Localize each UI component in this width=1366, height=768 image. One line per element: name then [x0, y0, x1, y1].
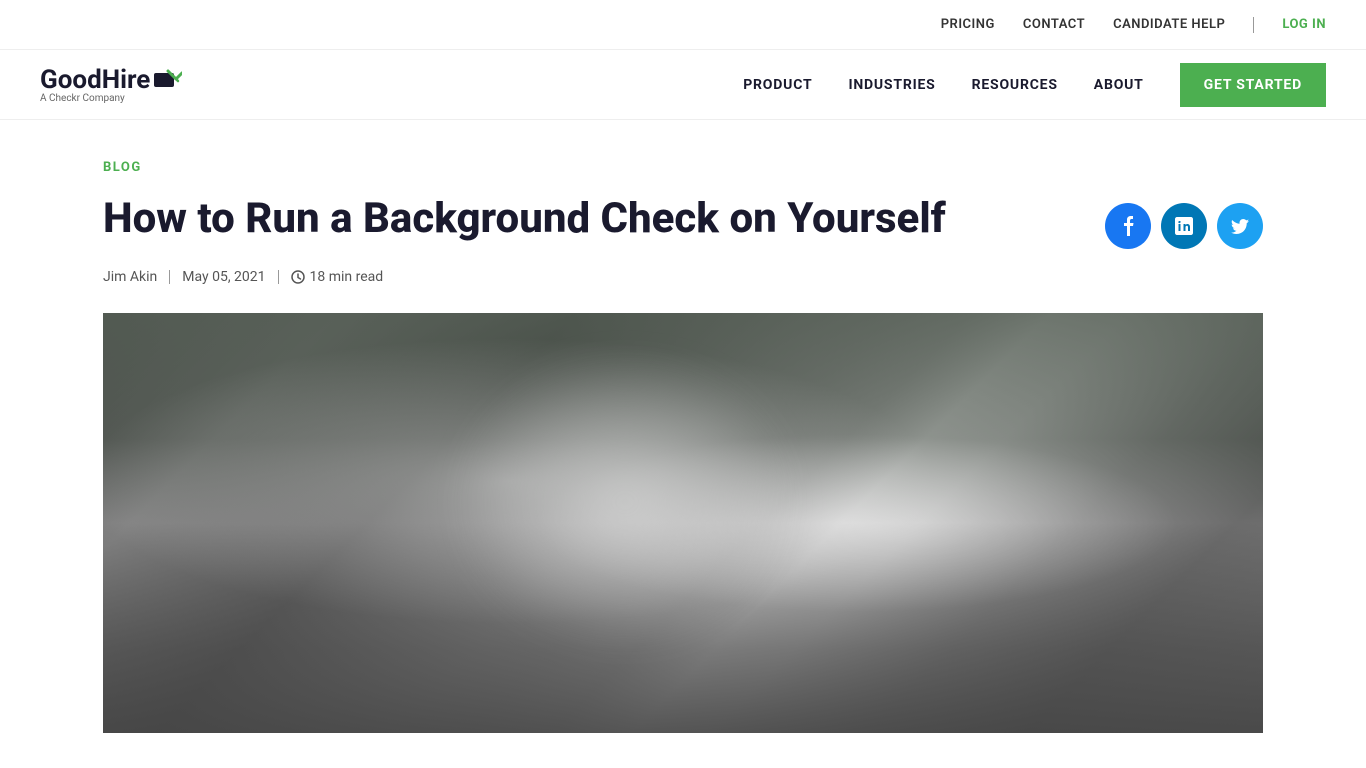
- pricing-link[interactable]: PRICING: [941, 17, 995, 32]
- author: Jim Akin: [103, 269, 157, 285]
- logo-icon: [154, 69, 182, 91]
- nav-product[interactable]: PRODUCT: [743, 77, 812, 93]
- logo[interactable]: GoodHire A Checkr Company: [40, 65, 182, 104]
- main-nav: GoodHire A Checkr Company PRODUCT INDUST…: [0, 50, 1366, 120]
- twitter-icon: [1231, 219, 1249, 234]
- meta-divider-2: [278, 270, 279, 284]
- clock-icon: [291, 270, 305, 284]
- hero-image: [103, 313, 1263, 733]
- content-area: BLOG How to Run a Background Check on Yo…: [63, 120, 1303, 733]
- logo-tagline: A Checkr Company: [40, 93, 125, 104]
- read-time: 18 min read: [291, 269, 384, 285]
- facebook-icon: [1123, 216, 1134, 236]
- publish-date: May 05, 2021: [182, 269, 265, 285]
- blog-label: BLOG: [103, 160, 1263, 175]
- meta-divider: [169, 270, 170, 284]
- divider: [1253, 17, 1254, 33]
- contact-link[interactable]: CONTACT: [1023, 17, 1085, 32]
- nav-industries[interactable]: INDUSTRIES: [848, 77, 935, 93]
- nav-links: PRODUCT INDUSTRIES RESOURCES ABOUT GET S…: [743, 63, 1326, 107]
- article-meta: Jim Akin May 05, 2021 18 min read: [103, 269, 1263, 285]
- top-bar: PRICING CONTACT CANDIDATE HELP LOG IN: [0, 0, 1366, 50]
- linkedin-share-button[interactable]: [1161, 203, 1207, 249]
- login-link[interactable]: LOG IN: [1282, 17, 1326, 32]
- article-header: How to Run a Background Check on Yoursel…: [103, 195, 1263, 249]
- linkedin-icon: [1175, 217, 1193, 235]
- twitter-share-button[interactable]: [1217, 203, 1263, 249]
- top-bar-links: PRICING CONTACT CANDIDATE HELP LOG IN: [941, 17, 1326, 33]
- social-buttons: [1105, 203, 1263, 249]
- logo-name: GoodHire: [40, 65, 150, 95]
- get-started-button[interactable]: GET STARTED: [1180, 63, 1326, 107]
- nav-about[interactable]: ABOUT: [1094, 77, 1144, 93]
- article-title: How to Run a Background Check on Yoursel…: [103, 195, 946, 243]
- logo-text: GoodHire: [40, 65, 182, 95]
- candidate-help-link[interactable]: CANDIDATE HELP: [1113, 17, 1225, 32]
- nav-resources[interactable]: RESOURCES: [972, 77, 1058, 93]
- facebook-share-button[interactable]: [1105, 203, 1151, 249]
